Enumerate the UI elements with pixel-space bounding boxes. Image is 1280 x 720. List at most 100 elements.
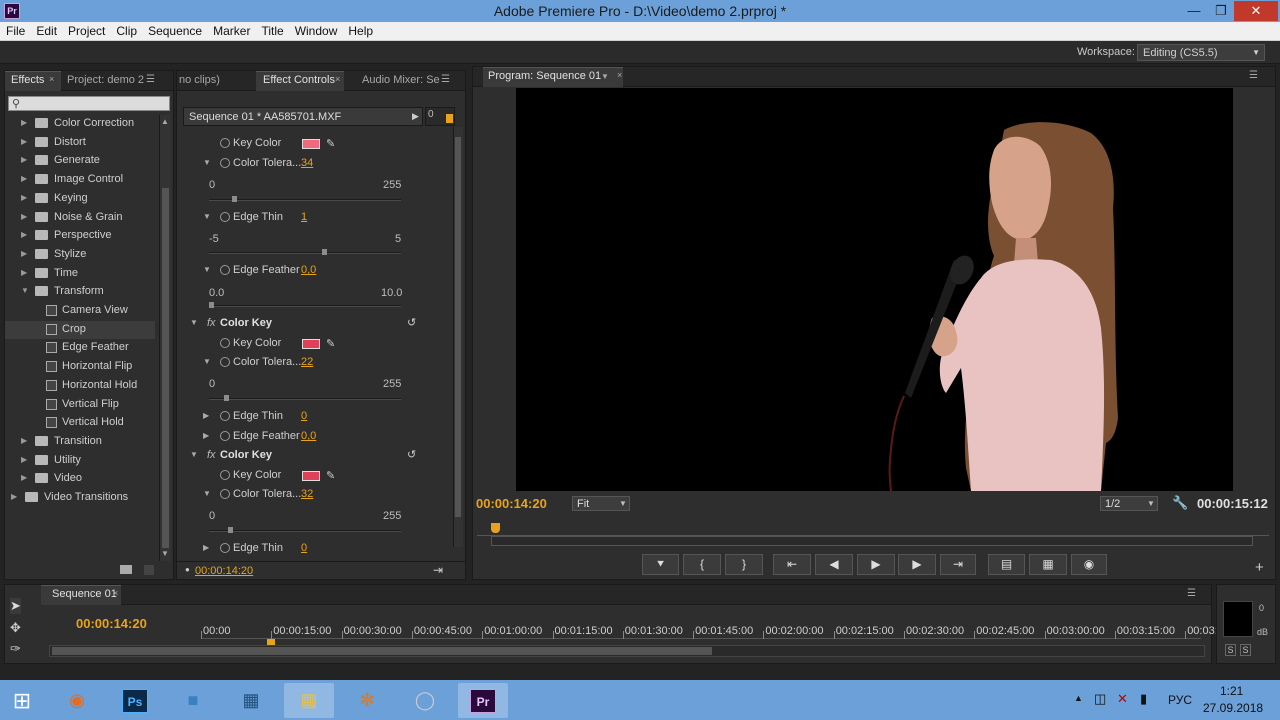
menu-project[interactable]: Project: [62, 22, 110, 38]
timeline-scrollbar[interactable]: [49, 645, 1205, 657]
export-icon[interactable]: ⇥: [433, 563, 443, 577]
fx1-key-color-swatch[interactable]: [302, 139, 320, 149]
effects-tree-item[interactable]: ▶ Distort: [5, 134, 155, 152]
slider-knob[interactable]: [209, 302, 214, 308]
tab-effect-controls[interactable]: Effect Controls: [263, 74, 335, 86]
expand-triangle-icon[interactable]: ▶: [203, 543, 209, 552]
stopwatch-icon[interactable]: [220, 411, 230, 421]
fx1-edge-thin-value[interactable]: 1: [301, 211, 307, 223]
restore-icon[interactable]: ❐: [1207, 1, 1235, 21]
slider-knob[interactable]: [232, 196, 237, 202]
tab-program[interactable]: Program: Sequence 01: [488, 70, 601, 82]
reset-icon[interactable]: ↺: [407, 316, 416, 329]
collapse-triangle-icon[interactable]: ▶: [11, 492, 17, 501]
fx2-edge-thin-value[interactable]: 0: [301, 410, 307, 422]
stopwatch-icon[interactable]: [220, 357, 230, 367]
pen-tool-icon[interactable]: ✑: [10, 641, 21, 657]
collapse-triangle-icon[interactable]: ▶: [21, 249, 27, 258]
effects-tree-item[interactable]: Edge Feather: [5, 339, 155, 357]
effects-tree-item[interactable]: ▼ Transform: [5, 283, 155, 301]
fx3-tolerance-value[interactable]: 32: [301, 488, 313, 500]
fx2-key-color-swatch[interactable]: [302, 339, 320, 349]
close-icon[interactable]: ×: [49, 74, 54, 84]
tab-sequence[interactable]: Sequence 01: [52, 588, 117, 600]
battery-icon[interactable]: ◫: [1094, 691, 1106, 707]
collapse-triangle-icon[interactable]: ▶: [21, 118, 27, 127]
effects-tree-item[interactable]: Horizontal Hold: [5, 377, 155, 395]
language-indicator[interactable]: РУС: [1168, 693, 1192, 707]
mark-out-button[interactable]: }: [725, 554, 763, 575]
effects-tree-item[interactable]: Crop: [5, 320, 155, 339]
tab-effects[interactable]: Effects: [11, 74, 44, 86]
stopwatch-icon[interactable]: [220, 431, 230, 441]
trash-icon[interactable]: [144, 565, 154, 575]
timeline-ruler[interactable]: 00:00 00:00:15:00 00:00:30:00 00:00:45:00 00…: [201, 621, 1230, 639]
expand-triangle-icon[interactable]: ▼: [203, 158, 211, 167]
ec-mini-timeline[interactable]: 0: [425, 107, 455, 126]
notes-app-icon[interactable]: ■: [168, 683, 218, 718]
fx3-edge-thin-value[interactable]: 0: [301, 542, 307, 554]
track-select-tool-icon[interactable]: ✥: [10, 620, 21, 636]
monitor-current-timecode[interactable]: 00:00:14:20: [476, 496, 547, 511]
close-icon[interactable]: ×: [617, 70, 622, 80]
ec-scrollbar[interactable]: [453, 127, 463, 547]
playhead-icon[interactable]: [446, 114, 453, 123]
extract-button[interactable]: ▦: [1029, 554, 1067, 575]
collapse-triangle-icon[interactable]: ▶: [21, 230, 27, 239]
effects-tree-item[interactable]: ▶ Color Correction: [5, 115, 155, 133]
solo-left-button[interactable]: S: [1225, 644, 1236, 656]
collapse-triangle-icon[interactable]: ▶: [21, 455, 27, 464]
workspace-select[interactable]: Editing (CS5.5) ▼: [1137, 44, 1265, 61]
expand-triangle-icon[interactable]: ▼: [203, 489, 211, 498]
fx1-tolerance-value[interactable]: 34: [301, 157, 313, 169]
play-triangle-icon[interactable]: ▶: [412, 111, 419, 122]
new-folder-icon[interactable]: [120, 565, 132, 574]
network-icon[interactable]: ✕: [1117, 691, 1128, 707]
expand-triangle-icon[interactable]: ▼: [203, 265, 211, 274]
menu-help[interactable]: Help: [342, 22, 378, 38]
lift-button[interactable]: ▤: [988, 554, 1025, 575]
effects-tree-item[interactable]: ▶ Generate: [5, 152, 155, 170]
program-video-frame[interactable]: [516, 88, 1233, 491]
selection-tool-icon[interactable]: ➤: [10, 598, 21, 614]
expand-triangle-icon[interactable]: ▶: [203, 431, 209, 440]
expand-triangle-icon[interactable]: ▼: [190, 450, 198, 459]
eyedropper-icon[interactable]: ✎: [326, 137, 335, 150]
premiere-taskbar-icon[interactable]: Pr: [458, 683, 508, 718]
effects-tree-item[interactable]: Horizontal Flip: [5, 358, 155, 376]
effects-tree-item[interactable]: ▶ Transition: [5, 433, 155, 451]
effects-search-input[interactable]: ⚲: [8, 96, 170, 111]
solo-right-button[interactable]: S: [1240, 644, 1251, 656]
fx2-tolerance-value[interactable]: 22: [301, 356, 313, 368]
effects-tree-item[interactable]: ▶ Image Control: [5, 171, 155, 189]
resolution-select[interactable]: 1/2 ▼: [1100, 496, 1158, 511]
panel-menu-icon[interactable]: ☰: [441, 74, 450, 85]
stopwatch-icon[interactable]: [220, 212, 230, 222]
effects-scrollbar[interactable]: ▲ ▼: [159, 115, 171, 561]
expand-triangle-icon[interactable]: ▶: [203, 411, 209, 420]
effects-tree-item[interactable]: ▶ Noise & Grain: [5, 209, 155, 227]
add-marker-button[interactable]: ⯆: [642, 554, 679, 575]
effects-tree-item[interactable]: ▶ Perspective: [5, 227, 155, 245]
close-icon[interactable]: ×: [335, 74, 340, 84]
menu-marker[interactable]: Marker: [207, 22, 255, 38]
fit-select[interactable]: Fit ▼: [572, 496, 630, 511]
monitor-scrub-area[interactable]: [477, 520, 1269, 550]
media-player-icon[interactable]: ◯: [400, 683, 450, 718]
play-button[interactable]: ▶: [857, 554, 895, 575]
step-forward-button[interactable]: ▶: [898, 554, 936, 575]
panel-menu-icon[interactable]: ☰: [1249, 70, 1258, 81]
collapse-triangle-icon[interactable]: ▶: [21, 212, 27, 221]
fx1-edge-thin-slider[interactable]: [209, 249, 401, 255]
collapse-triangle-icon[interactable]: ▶: [21, 473, 27, 482]
slider-knob[interactable]: [224, 395, 229, 401]
menu-sequence[interactable]: Sequence: [142, 22, 207, 38]
fx3-key-color-swatch[interactable]: [302, 471, 320, 481]
menu-window[interactable]: Window: [289, 22, 343, 38]
menu-title[interactable]: Title: [255, 22, 288, 38]
tray-expand-icon[interactable]: ▲: [1074, 693, 1083, 703]
panel-menu-icon[interactable]: ☰: [1187, 588, 1196, 599]
stopwatch-icon[interactable]: [220, 543, 230, 553]
calculator-icon[interactable]: ▦: [226, 683, 276, 718]
windows-start-icon[interactable]: ⊞: [0, 683, 44, 718]
